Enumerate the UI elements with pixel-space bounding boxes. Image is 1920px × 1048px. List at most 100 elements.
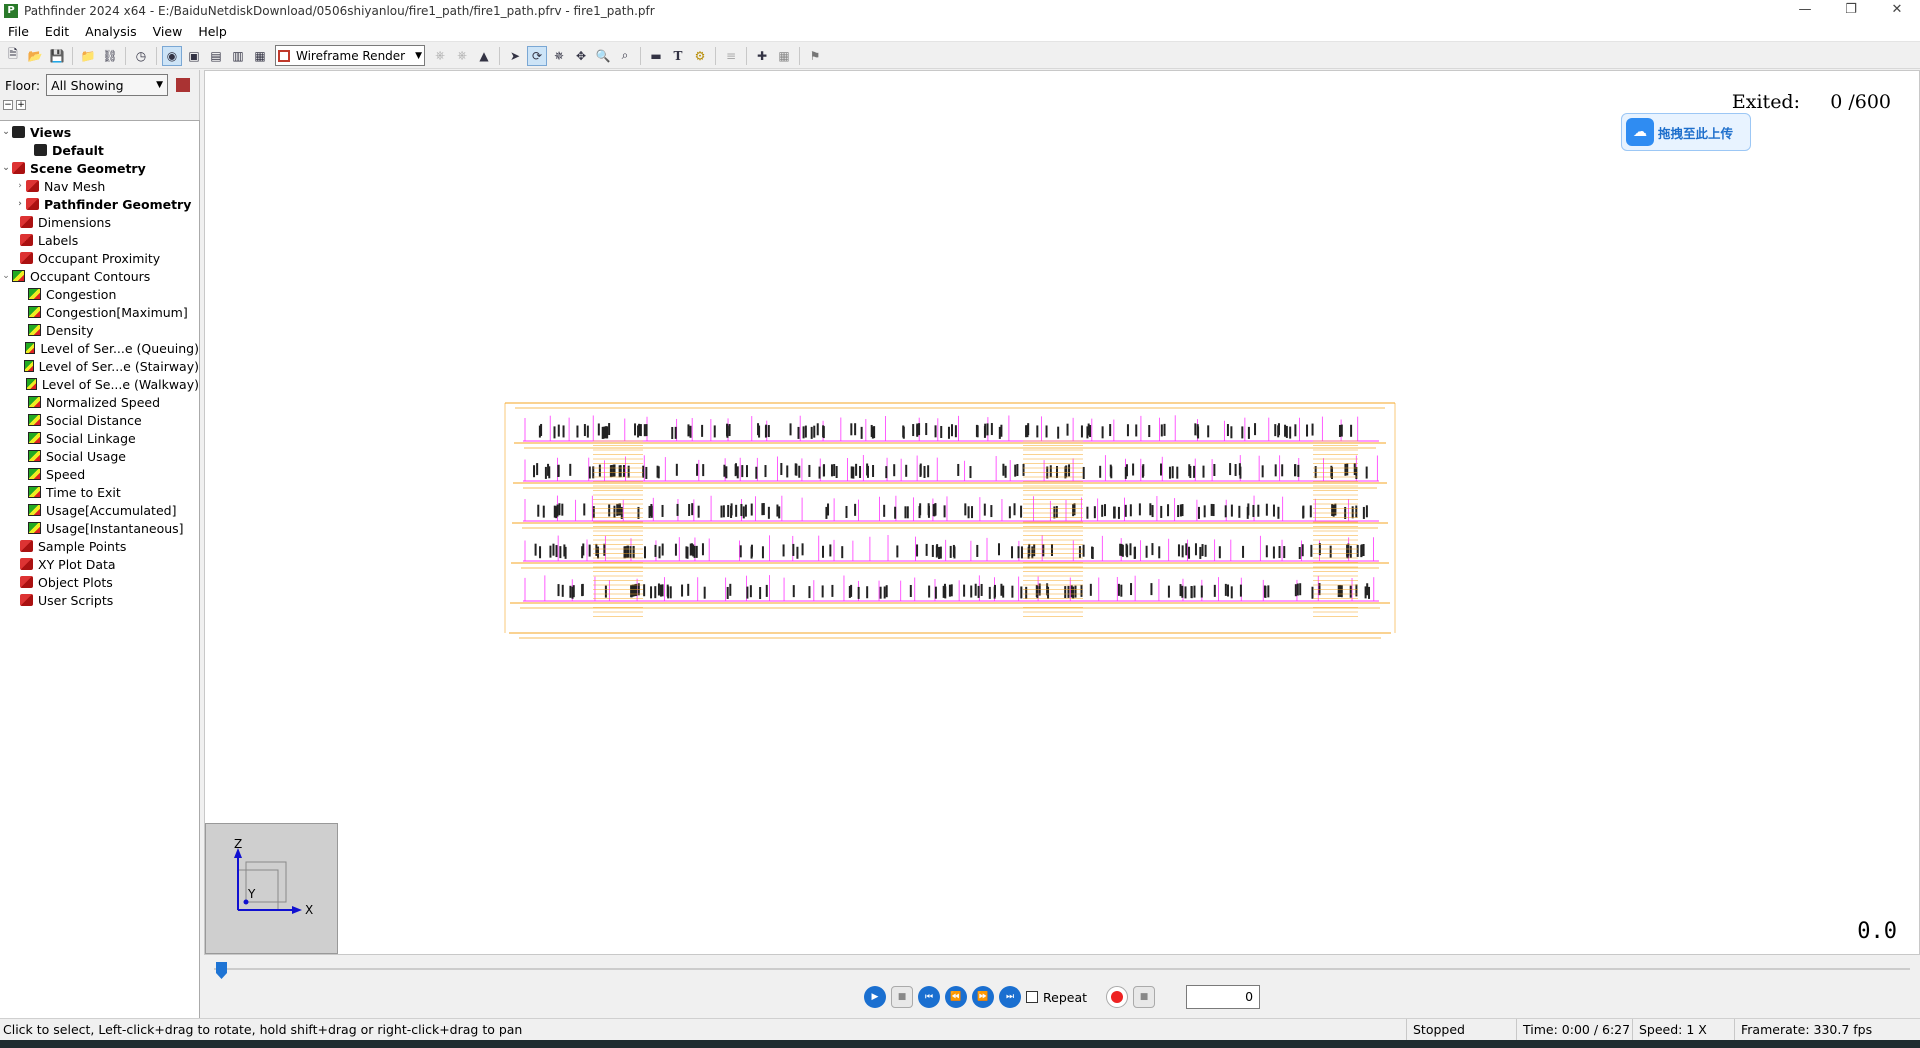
occupant-figure: [1194, 423, 1197, 436]
axes-toggle-icon[interactable]: ✚: [752, 46, 772, 66]
occupant-figure: [556, 504, 559, 517]
repeat-checkbox[interactable]: [1026, 991, 1038, 1003]
settings-gear-icon[interactable]: ⚙: [690, 46, 710, 66]
menu-edit[interactable]: Edit: [37, 24, 77, 39]
tree-item[interactable]: Congestion[Maximum]: [0, 303, 199, 321]
tree-item[interactable]: ⌄ Occupant Contours: [0, 267, 199, 285]
occupant-display-icon[interactable]: ⎈: [430, 46, 450, 66]
render-mode-select[interactable]: Wireframe Render ▼: [275, 45, 425, 66]
tree-item[interactable]: ⌄ Scene Geometry: [0, 159, 199, 177]
tree-item[interactable]: Level of Ser...e (Queuing): [0, 339, 199, 357]
menu-analysis[interactable]: Analysis: [77, 24, 145, 39]
clock-icon[interactable]: ◷: [131, 46, 151, 66]
menu-view[interactable]: View: [145, 24, 191, 39]
side-view-icon[interactable]: ▤: [206, 46, 226, 66]
tree-expander-icon[interactable]: ›: [14, 199, 26, 209]
legend-icon[interactable]: ≡: [721, 46, 741, 66]
tree-item[interactable]: Sample Points: [0, 537, 199, 555]
text-icon[interactable]: T: [668, 46, 688, 66]
timeline-thumb[interactable]: [216, 962, 227, 979]
tree-item[interactable]: Level of Se...e (Walkway): [0, 375, 199, 393]
occupant-figure: [725, 466, 728, 479]
walk-icon[interactable]: ✵: [549, 46, 569, 66]
timeline-track[interactable]: [214, 968, 1910, 970]
timeline-slider[interactable]: [204, 957, 1920, 979]
occupant-figure: [691, 503, 694, 516]
occupant-figure: [1055, 505, 1058, 518]
tree-item[interactable]: User Scripts: [0, 591, 199, 609]
iso-view-icon[interactable]: ▦: [250, 46, 270, 66]
tree-item[interactable]: Occupant Proximity: [0, 249, 199, 267]
stop-icon[interactable]: ■: [891, 986, 913, 1008]
record-button[interactable]: [1106, 986, 1129, 1008]
occupant-figure: [613, 505, 616, 518]
tree-expander-icon[interactable]: ›: [14, 181, 26, 191]
tree-item[interactable]: › Nav Mesh: [0, 177, 199, 195]
tree-item[interactable]: Default: [0, 141, 199, 159]
tree-item[interactable]: Density: [0, 321, 199, 339]
tree-item[interactable]: Level of Ser...e (Stairway): [0, 357, 199, 375]
tree-item[interactable]: ⌄ Views: [0, 123, 199, 141]
tree-item[interactable]: Object Plots: [0, 573, 199, 591]
menu-file[interactable]: File: [0, 24, 37, 39]
select-cursor-icon[interactable]: ➤: [505, 46, 525, 66]
top-view-icon[interactable]: ▥: [228, 46, 248, 66]
3d-viewport[interactable]: Exited: 0 /600 ☁ 拖拽至此上传 Z Y X 0.0: [204, 70, 1920, 955]
play-icon[interactable]: ▶: [864, 986, 886, 1008]
tree-item[interactable]: Congestion: [0, 285, 199, 303]
step-back-icon[interactable]: ⏪: [945, 986, 967, 1008]
skip-to-start-icon[interactable]: ⏮: [918, 986, 940, 1008]
new-file-icon[interactable]: 🗎: [3, 46, 23, 66]
occupant-figure: [613, 464, 616, 477]
tree-item[interactable]: Speed: [0, 465, 199, 483]
open-results-icon[interactable]: 📁: [78, 46, 98, 66]
occupant-figure: [1309, 505, 1312, 518]
floor-select[interactable]: All Showing ▼: [46, 74, 169, 96]
restore-icon[interactable]: ❐: [1828, 0, 1874, 22]
expand-all-icon[interactable]: +: [16, 100, 26, 110]
front-view-icon[interactable]: ▣: [184, 46, 204, 66]
floor-grid-icon[interactable]: [176, 78, 191, 92]
flag-icon[interactable]: ⚑: [805, 46, 825, 66]
import-icon[interactable]: ⛓: [100, 46, 120, 66]
terrain-icon[interactable]: ▲: [474, 46, 494, 66]
zoom-box-icon[interactable]: ⌕: [615, 46, 635, 66]
tree-item[interactable]: Usage[Accumulated]: [0, 501, 199, 519]
record-stop-icon[interactable]: ■: [1133, 986, 1156, 1008]
pan-icon[interactable]: ✥: [571, 46, 591, 66]
orbit-icon[interactable]: ⟳: [527, 45, 547, 66]
contour-icon: [28, 324, 41, 336]
menu-help[interactable]: Help: [190, 24, 235, 39]
grid-toggle-icon[interactable]: ▦: [774, 46, 794, 66]
occupant-figure: [1194, 543, 1197, 556]
tree-expander-icon[interactable]: ⌄: [0, 271, 12, 281]
tree-item[interactable]: Time to Exit: [0, 483, 199, 501]
measure-icon[interactable]: ▬: [646, 46, 666, 66]
close-icon[interactable]: ✕: [1874, 0, 1920, 22]
collapse-all-icon[interactable]: −: [3, 100, 13, 110]
tree-item[interactable]: XY Plot Data: [0, 555, 199, 573]
minimize-icon[interactable]: —: [1782, 0, 1828, 22]
tree-item[interactable]: Social Distance: [0, 411, 199, 429]
tree-item[interactable]: Dimensions: [0, 213, 199, 231]
zoom-icon[interactable]: 🔍: [593, 46, 613, 66]
occupant-figure: [792, 585, 795, 598]
occupant-figure: [1027, 423, 1030, 436]
open-folder-icon[interactable]: 📂: [25, 46, 45, 66]
tree-item[interactable]: › Pathfinder Geometry: [0, 195, 199, 213]
tree-item[interactable]: Labels: [0, 231, 199, 249]
save-icon[interactable]: 💾: [47, 46, 67, 66]
tree-expander-icon[interactable]: ⌄: [0, 163, 12, 173]
tree-item[interactable]: Normalized Speed: [0, 393, 199, 411]
title-bar: P Pathfinder 2024 x64 - E:/BaiduNetdiskD…: [0, 0, 1920, 22]
geometry-display-icon[interactable]: ⎈: [452, 46, 472, 66]
step-forward-icon[interactable]: ⏩: [972, 986, 994, 1008]
camera-view-icon[interactable]: ◉: [162, 45, 182, 66]
tree-item[interactable]: Social Linkage: [0, 429, 199, 447]
baidu-upload-widget[interactable]: ☁ 拖拽至此上传: [1621, 113, 1751, 151]
skip-to-end-icon[interactable]: ⏭: [999, 986, 1021, 1008]
frame-input[interactable]: 0: [1186, 985, 1261, 1009]
tree-item[interactable]: Usage[Instantaneous]: [0, 519, 199, 537]
tree-expander-icon[interactable]: ⌄: [0, 127, 12, 137]
tree-item[interactable]: Social Usage: [0, 447, 199, 465]
